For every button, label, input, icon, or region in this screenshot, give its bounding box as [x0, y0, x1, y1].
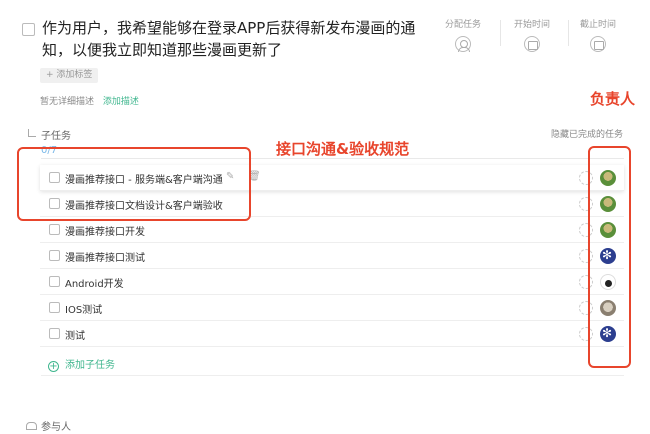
due-time-field[interactable]: 截止时间 — [568, 17, 628, 52]
task-detail-page: 作为用户，我希望能够在登录APP后获得新发布漫画的通知，以便我立即知道那些漫画更… — [0, 0, 650, 434]
subtask-checkbox[interactable] — [49, 302, 60, 313]
subtask-row[interactable]: Android开发 — [40, 269, 624, 295]
subtask-name[interactable]: 漫画推荐接口开发 — [65, 223, 145, 238]
subtask-checkbox[interactable] — [49, 250, 60, 261]
task-complete-checkbox[interactable] — [22, 23, 35, 36]
annotation-owner-note: 负责人 — [590, 90, 636, 108]
subtask-section-title: 子任务 — [41, 131, 71, 142]
start-time-field[interactable]: 开始时间 — [502, 17, 562, 52]
annotation-interface-note: 接口沟通&验收规范 — [276, 140, 410, 158]
subtask-checkbox[interactable] — [49, 328, 60, 339]
add-tag-button[interactable]: + 添加标签 — [40, 68, 99, 83]
subtask-name[interactable]: 测试 — [65, 327, 85, 342]
description-empty-text: 暂无详细描述 — [40, 97, 95, 107]
person-icon — [455, 36, 471, 52]
subtask-row[interactable]: IOS测试 — [40, 295, 624, 321]
description-row: 暂无详细描述 添加描述 — [40, 94, 139, 107]
due-time-label: 截止时间 — [579, 20, 616, 30]
meta-divider — [500, 20, 501, 46]
subtask-row[interactable]: 漫画推荐接口测试 — [40, 243, 624, 269]
annotation-box-owner — [588, 146, 631, 368]
subtask-name[interactable]: IOS测试 — [65, 301, 102, 316]
subtask-name[interactable]: Android开发 — [65, 275, 124, 290]
assign-task-label: 分配任务 — [444, 20, 481, 30]
subtask-checkbox[interactable] — [49, 276, 60, 287]
calendar-icon — [590, 36, 606, 52]
subtask-name[interactable]: 漫画推荐接口测试 — [65, 249, 145, 264]
participants-section: 参与人 — [26, 418, 71, 433]
annotation-box-interface — [17, 147, 251, 221]
calendar-icon — [524, 36, 540, 52]
participants-label: 参与人 — [41, 422, 71, 433]
add-description-link[interactable]: 添加描述 — [103, 97, 139, 107]
people-icon — [26, 422, 37, 430]
start-time-label: 开始时间 — [513, 20, 550, 30]
add-subtask-divider — [41, 375, 624, 376]
subtask-row[interactable]: 测试 — [40, 321, 624, 347]
subtask-icon — [28, 129, 36, 137]
task-title[interactable]: 作为用户，我希望能够在登录APP后获得新发布漫画的通知，以便我立即知道那些漫画更… — [42, 17, 442, 61]
plus-icon: + — [48, 361, 59, 372]
add-subtask-label: 添加子任务 — [65, 360, 115, 371]
assign-task-field[interactable]: 分配任务 — [433, 17, 493, 52]
add-subtask-button[interactable]: + 添加子任务 — [48, 356, 115, 372]
hide-completed-toggle[interactable]: 隐藏已完成的任务 — [551, 127, 623, 140]
subtask-checkbox[interactable] — [49, 224, 60, 235]
